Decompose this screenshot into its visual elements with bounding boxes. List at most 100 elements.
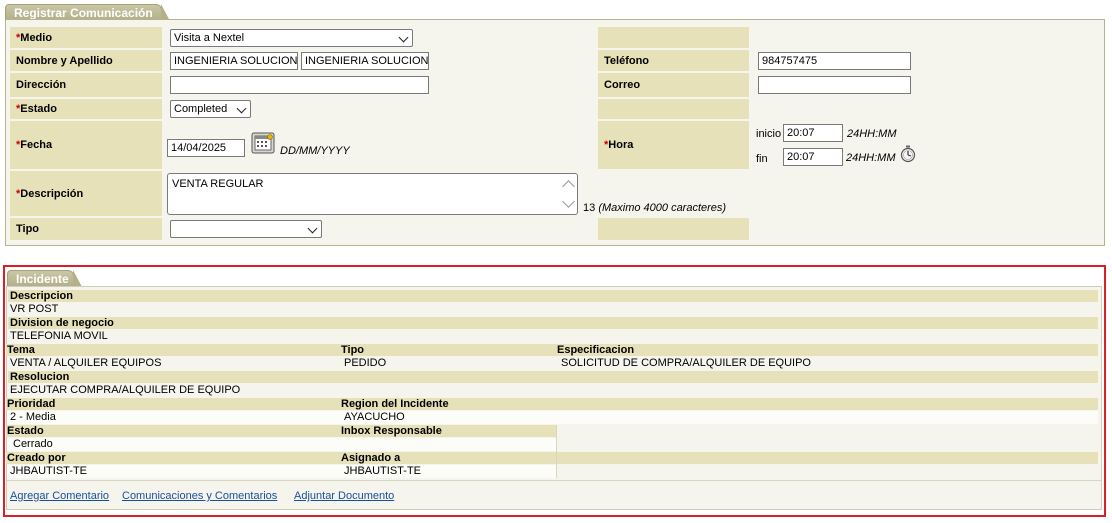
telefono-input[interactable]: 984757475	[758, 52, 911, 70]
inc-resolucion-label: Resolucion	[8, 371, 1098, 383]
calendar-icon[interactable]	[251, 132, 275, 154]
inc-estado-values: Cerrado	[7, 438, 556, 451]
inc-tema-value: VENTA / ALQUILER EQUIPOS	[7, 357, 161, 370]
adjuntar-documento-link[interactable]: Adjuntar Documento	[294, 490, 394, 502]
correo-label: Correo	[598, 73, 749, 97]
inc-tema-row: Tema Tipo Especificacion	[6, 344, 1098, 356]
incidente-title: Incidente	[16, 272, 69, 286]
clock-icon[interactable]	[900, 145, 916, 163]
inicio-value: 20:07	[787, 127, 815, 139]
registrar-tab: Registrar Comunicación	[5, 4, 170, 21]
inc-prioridad-row: Prioridad Region del Incidente	[6, 398, 1098, 410]
inc-tipo-label: Tipo	[341, 344, 365, 356]
scroll-up-icon[interactable]	[562, 180, 575, 193]
tipo-cell	[164, 218, 596, 240]
nombre-label-text: Nombre y Apellido	[16, 54, 113, 67]
chevron-down-icon	[398, 32, 409, 43]
fecha-input[interactable]: 14/04/2025	[167, 139, 245, 157]
apellido-value: INGENIERIA SOLUCIONES	[305, 55, 429, 67]
empty-cell-2	[751, 99, 1099, 119]
empty-label-1	[598, 27, 749, 48]
estado-cell: Completed	[164, 99, 596, 119]
tipo-label: Tipo	[10, 218, 162, 240]
chevron-down-icon	[236, 103, 247, 114]
scroll-down-icon[interactable]	[562, 195, 575, 208]
inc-estado-label: Estado	[7, 425, 44, 437]
inc-tema-value-text: VENTA / ALQUILER EQUIPOS	[10, 357, 162, 369]
telefono-label-text: Teléfono	[604, 54, 650, 67]
nombre-label: Nombre y Apellido	[10, 50, 162, 71]
medio-label-text: Medio	[20, 31, 53, 44]
medio-cell: Visita a Nextel	[164, 27, 596, 48]
descripcion-label: * Descripción	[10, 171, 162, 216]
agregar-comentario-link[interactable]: Agregar Comentario	[10, 490, 109, 502]
fin-format-hint: 24HH:MM	[846, 152, 896, 164]
inc-estado-row: Estado Inbox Responsable	[6, 425, 556, 437]
inc-creado-label: Creado por	[7, 452, 66, 464]
inc-especificacion-value: SOLICITUD DE COMPRA/ALQUILER DE EQUIPO	[558, 357, 811, 370]
medio-select[interactable]: Visita a Nextel	[170, 29, 413, 47]
fin-label: fin	[756, 153, 768, 165]
inc-tipo-value: PEDIDO	[341, 357, 386, 370]
estado-label: * Estado	[10, 99, 162, 119]
tipo-label-text: Tipo	[16, 223, 40, 235]
fecha-label-text: Fecha	[20, 139, 53, 151]
inc-especificacion-label: Especificacion	[557, 344, 635, 356]
telefono-value: 984757475	[762, 55, 818, 67]
tipo-select[interactable]	[170, 220, 322, 238]
inc-region-label: Region del Incidente	[341, 398, 449, 410]
descripcion-textarea[interactable]: VENTA REGULAR	[167, 173, 578, 215]
fecha-value: 14/04/2025	[171, 142, 227, 154]
inc-resolucion-label-text: Resolucion	[10, 371, 70, 383]
inc-especificacion-value-text: SOLICITUD DE COMPRA/ALQUILER DE EQUIPO	[561, 357, 811, 369]
inc-division-value: TELEFONIA MOVIL	[7, 330, 108, 343]
empty-cell-1	[751, 27, 1099, 48]
descripcion-counter: 13 (Maximo 4000 caracteres)	[583, 202, 726, 214]
inc-asignado-value: JHBAUTIST-TE	[344, 465, 422, 477]
nombre-cell: INGENIERIA SOLUCIONES INGENIERIA SOLUCIO…	[164, 50, 596, 71]
inc-division-value-text: TELEFONIA MOVIL	[10, 330, 108, 342]
correo-label-text: Correo	[604, 79, 641, 91]
direccion-cell	[164, 73, 596, 97]
inc-creado-row: Creado por Asignado a	[6, 452, 1098, 464]
inc-descripcion-value: VR POST	[7, 303, 58, 316]
descripcion-limit: (Maximo 4000 caracteres)	[598, 202, 727, 214]
correo-input[interactable]	[758, 76, 911, 94]
incidente-tab: Incidente	[7, 270, 82, 287]
direccion-label: Dirección	[10, 73, 162, 97]
descripcion-value: VENTA REGULAR	[172, 178, 264, 190]
nombre-input[interactable]: INGENIERIA SOLUCIONES	[170, 52, 298, 70]
fin-input[interactable]: 20:07	[783, 148, 843, 166]
telefono-cell: 984757475	[751, 50, 1099, 71]
apellido-input[interactable]: INGENIERIA SOLUCIONES	[301, 52, 429, 70]
telefono-label: Teléfono	[598, 50, 749, 71]
fin-value: 20:07	[787, 151, 815, 163]
registrar-panel: * Medio Visita a Nextel Nombre y Apellido…	[5, 19, 1105, 246]
inc-prioridad-label: Prioridad	[7, 398, 56, 410]
grid-bottom-line	[7, 480, 1101, 481]
inc-asignado-label: Asignado a	[341, 452, 401, 464]
inc-region-value: AYACUCHO	[344, 411, 405, 423]
hora-label-text: Hora	[608, 139, 634, 151]
inc-descripcion-label: Descripcion	[8, 290, 1098, 302]
fecha-format-hint: DD/MM/YYYY	[280, 145, 350, 157]
descripcion-cell: VENTA REGULAR 13 (Maximo 4000 caracteres…	[164, 171, 1099, 216]
estado-label-text: Estado	[20, 103, 57, 115]
empty-label-2	[598, 99, 749, 119]
medio-value: Visita a Nextel	[174, 32, 245, 44]
inc-tema-label: Tema	[7, 344, 35, 356]
descripcion-count: 13	[583, 202, 596, 214]
direccion-label-text: Dirección	[16, 79, 67, 91]
chevron-down-icon	[307, 223, 318, 234]
inc-resolucion-value: EJECUTAR COMPRA/ALQUILER DE EQUIPO	[7, 384, 240, 397]
inc-descripcion-value-text: VR POST	[10, 303, 59, 315]
comunicaciones-comentarios-link[interactable]: Comunicaciones y Comentarios	[122, 490, 277, 502]
hora-cell: inicio 20:07 24HH:MM fin 20:07 24HH:MM	[751, 121, 1099, 169]
grid-divider	[556, 425, 557, 478]
direccion-input[interactable]	[170, 76, 429, 94]
inc-prioridad-values: 2 - Media AYACUCHO	[7, 411, 1098, 424]
inc-creado-values: JHBAUTIST-TE JHBAUTIST-TE	[7, 465, 556, 478]
nombre-value: INGENIERIA SOLUCIONES	[174, 55, 298, 67]
estado-select[interactable]: Completed	[170, 100, 251, 118]
inicio-input[interactable]: 20:07	[783, 124, 843, 142]
